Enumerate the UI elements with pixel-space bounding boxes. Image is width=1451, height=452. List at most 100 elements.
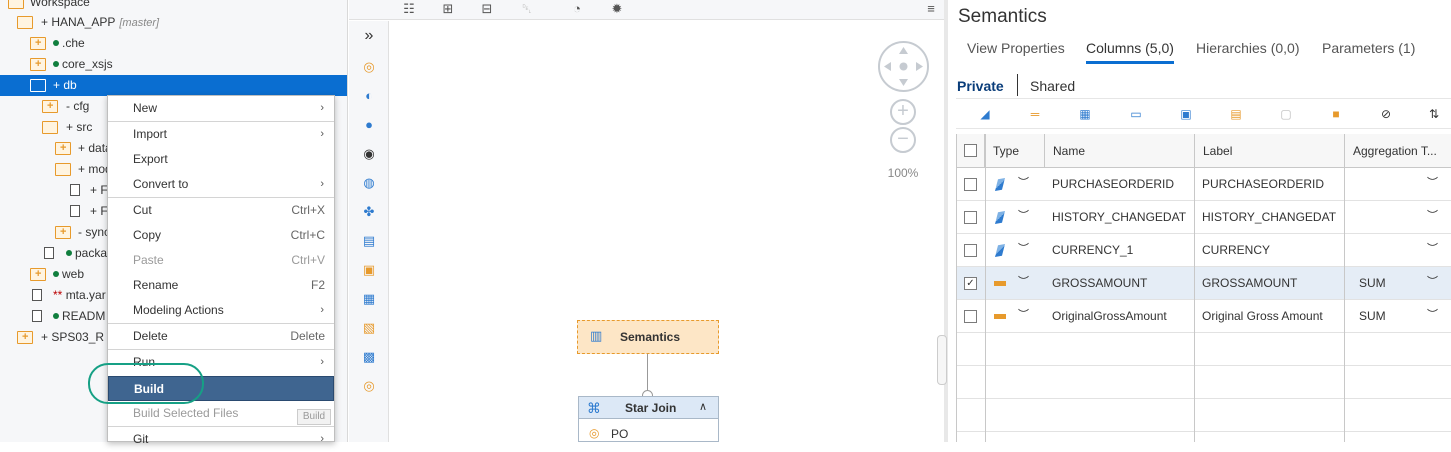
rank-icon[interactable]: ◍ [361, 175, 377, 191]
collapse-icon[interactable]: ⊟ [479, 2, 495, 16]
row-checkbox[interactable] [964, 211, 977, 224]
sort-icon[interactable]: ⇅ [1426, 107, 1442, 121]
hierarchy-function-icon[interactable]: ▧ [361, 320, 377, 336]
menu-item-new[interactable]: New › [108, 96, 334, 121]
git-status-dot [53, 61, 59, 67]
export-icon[interactable]: ▢ [1278, 107, 1294, 121]
hide-icon[interactable]: ⊘ [1378, 107, 1394, 121]
type-dropdown-icon[interactable]: ︶ [1018, 267, 1029, 297]
menu-item-export[interactable]: Export [108, 147, 334, 172]
expand-palette-icon[interactable]: » [361, 28, 377, 44]
folder-icon [30, 33, 46, 54]
column-header-label[interactable]: Label [1195, 134, 1345, 168]
zoom-in-button[interactable]: + [890, 99, 916, 125]
join-icon[interactable]: ◐ [361, 88, 377, 104]
column-header-aggregation[interactable]: Aggregation T... [1345, 134, 1451, 168]
folder-icon [30, 264, 46, 285]
type-dropdown-icon[interactable]: ︶ [1018, 300, 1029, 330]
menu-item-convert-to[interactable]: Convert to › [108, 172, 334, 197]
empty-row [957, 333, 1451, 366]
row-checkbox[interactable] [964, 244, 977, 257]
projection-icon[interactable]: ● [361, 117, 377, 133]
folder-icon [30, 54, 46, 75]
propagate-icon[interactable]: ▣ [1178, 107, 1194, 121]
aggregation-dropdown-icon[interactable]: ︶ [1427, 201, 1438, 231]
hierarchy-icon[interactable]: ▤ [1228, 107, 1244, 121]
aggregation-dropdown-icon[interactable]: ︶ [1427, 300, 1438, 330]
attribute-icon[interactable]: ◢ [977, 107, 993, 121]
table-row[interactable]: ︶ CURRENCY_1 CURRENCY ︶ [957, 234, 1451, 267]
star-join-node[interactable]: ⌘ Star Join ∧ ◎ PO [578, 396, 719, 442]
zoom-out-button[interactable]: − [890, 127, 916, 153]
menu-item-rename[interactable]: Rename F2 [108, 273, 334, 298]
auto-layout-icon[interactable]: ☷ [401, 2, 417, 16]
rename-icon[interactable]: ▭ [1128, 107, 1144, 121]
row-checkbox[interactable] [964, 310, 977, 323]
attribute-type-icon [995, 244, 1005, 257]
git-status-dot [53, 40, 59, 46]
union-icon[interactable]: ◎ [361, 59, 377, 75]
table-row[interactable]: ︶ PURCHASEORDERID PURCHASEORDERID ︶ [957, 168, 1451, 201]
anonymization-icon[interactable]: ▩ [361, 349, 377, 365]
row-checkbox-checked[interactable]: ✓ [964, 277, 977, 290]
aggregation-dropdown-icon[interactable]: ︶ [1427, 168, 1438, 198]
modeling-canvas[interactable] [390, 21, 944, 442]
measure-icon[interactable]: ═ [1027, 107, 1043, 121]
open-folder-icon[interactable]: ■ [1328, 107, 1344, 121]
measure-type-icon [994, 281, 1006, 286]
row-checkbox[interactable] [964, 178, 977, 191]
columns-toolbar: ◢ ═ ▦ ▭ ▣ ▤ ▢ ■ ⊘ ⇅ [956, 98, 1451, 129]
aggregation-dropdown-icon[interactable]: ︶ [1427, 267, 1438, 297]
table-row[interactable]: ︶ HISTORY_CHANGEDAT HISTORY_CHANGEDAT ︶ [957, 201, 1451, 234]
tree-item-db[interactable]: + db [0, 75, 347, 96]
graph-icon[interactable]: ✤ [361, 204, 377, 220]
intersect-icon[interactable]: ▦ [361, 291, 377, 307]
table-row[interactable]: ︶ OriginalGrossAmount Original Gross Amo… [957, 300, 1451, 333]
menu-item-modeling-actions[interactable]: Modeling Actions › [108, 298, 334, 323]
menu-item-import[interactable]: Import › [108, 122, 334, 147]
column-header-type[interactable]: Type [985, 134, 1045, 168]
tree-item-che[interactable]: .che [0, 33, 347, 54]
tab-view-properties[interactable]: View Properties [967, 40, 1065, 64]
gauge-icon[interactable]: ◔ [569, 2, 585, 16]
column-header-name[interactable]: Name [1045, 134, 1195, 168]
collapse-chevron-icon[interactable]: ∧ [699, 400, 707, 413]
star-join-icon: ⌘ [587, 400, 601, 416]
chevron-right-icon: › [320, 433, 324, 445]
menu-item-paste[interactable]: Paste Ctrl+V [108, 248, 334, 273]
columns-table: Type Name Label Aggregation T... ︶ PURCH… [956, 134, 1451, 442]
menu-item-copy[interactable]: Copy Ctrl+C [108, 223, 334, 248]
empty-row [957, 399, 1451, 432]
splitter-grip[interactable] [937, 335, 947, 385]
tree-item-hana-app[interactable]: + HANA_APP [master] [0, 12, 347, 33]
build-tooltip: Build [297, 409, 331, 425]
semantics-node[interactable]: ▥ Semantics [577, 320, 719, 354]
tab-columns[interactable]: Columns (5,0) [1086, 40, 1174, 64]
select-all-checkbox[interactable] [964, 144, 977, 157]
settings-sliders-icon[interactable]: ≡ [923, 2, 939, 16]
type-dropdown-icon[interactable]: ︶ [1018, 234, 1029, 264]
assign-semantics-icon[interactable]: ▦ [1077, 107, 1093, 121]
type-dropdown-icon[interactable]: ︶ [1018, 201, 1029, 231]
tree-item-core-xsjs[interactable]: core_xsjs [0, 54, 347, 75]
type-dropdown-icon[interactable]: ︶ [1018, 168, 1029, 198]
aggregation-dropdown-icon[interactable]: ︶ [1427, 234, 1438, 264]
bug-icon[interactable]: ✹ [609, 2, 625, 16]
scope-private[interactable]: Private [957, 78, 1004, 94]
minus-icon[interactable]: ▣ [361, 262, 377, 278]
tab-parameters[interactable]: Parameters (1) [1322, 40, 1415, 64]
aggregation-icon[interactable]: ◉ [361, 146, 377, 162]
table-row[interactable]: ✓ ︶ GROSSAMOUNT GROSSAMOUNT SUM ︶ [957, 267, 1451, 300]
non-equi-join-icon[interactable]: ◎ [361, 378, 377, 394]
pan-control-icon[interactable] [878, 41, 929, 92]
scope-divider [1017, 74, 1018, 96]
menu-item-cut[interactable]: Cut Ctrl+X [108, 198, 334, 223]
table-function-icon[interactable]: ▤ [361, 233, 377, 249]
menu-item-delete[interactable]: Delete Delete [108, 324, 334, 349]
scope-shared[interactable]: Shared [1030, 78, 1075, 94]
menu-item-git[interactable]: Git › [108, 427, 334, 452]
folder-icon [17, 327, 33, 348]
tab-hierarchies[interactable]: Hierarchies (0,0) [1196, 40, 1299, 64]
expand-icon[interactable]: ⊞ [440, 2, 456, 16]
trash-icon[interactable]: ␡ [519, 2, 535, 16]
